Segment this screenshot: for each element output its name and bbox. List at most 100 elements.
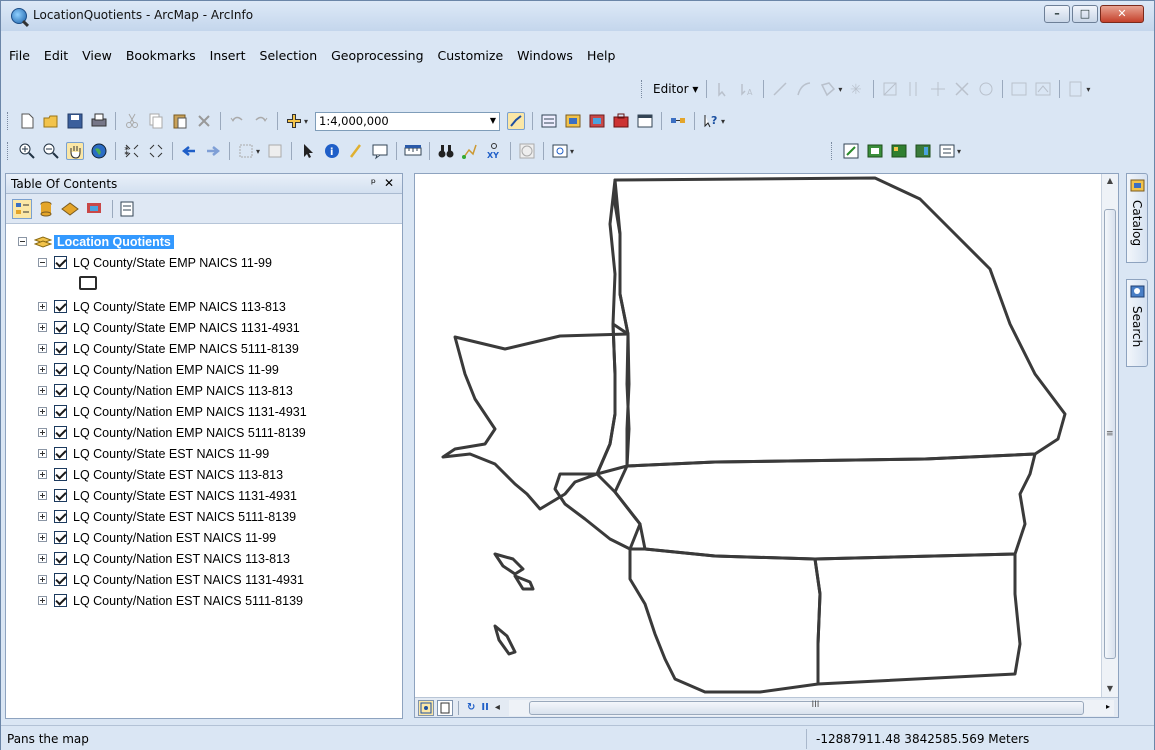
sketch-properties-icon[interactable] xyxy=(977,80,995,98)
legend-properties-icon[interactable] xyxy=(938,142,956,160)
undo-icon[interactable] xyxy=(228,112,246,130)
layer-row[interactable]: LQ County/Nation EST NAICS 11-99 xyxy=(38,528,276,547)
layer-visibility-checkbox[interactable] xyxy=(54,405,67,418)
layer-visibility-checkbox[interactable] xyxy=(54,384,67,397)
go-back-arrow-icon[interactable] xyxy=(180,142,198,160)
close-button[interactable]: ✕ xyxy=(1100,5,1144,23)
endpoint-arc-icon[interactable] xyxy=(795,80,813,98)
zoom-out-icon[interactable] xyxy=(42,142,60,160)
layer-visibility-checkbox[interactable] xyxy=(54,489,67,502)
measure-ruler-icon[interactable] xyxy=(404,142,422,160)
new-document-icon[interactable] xyxy=(18,112,36,130)
layer-label[interactable]: LQ County/State EST NAICS 113-813 xyxy=(73,468,283,482)
pin-icon[interactable]: ᵖ xyxy=(371,176,376,190)
find-binoculars-icon[interactable] xyxy=(437,142,455,160)
expand-icon[interactable] xyxy=(38,596,47,605)
straight-segment-icon[interactable] xyxy=(771,80,789,98)
add-layer-icon[interactable] xyxy=(866,142,884,160)
delete-icon[interactable] xyxy=(195,112,213,130)
create-features-icon[interactable] xyxy=(1034,80,1052,98)
list-by-source-icon[interactable] xyxy=(36,199,56,219)
layer-row[interactable]: LQ County/State EST NAICS 113-813 xyxy=(38,465,283,484)
attributes-icon[interactable] xyxy=(1010,80,1028,98)
save-icon[interactable] xyxy=(66,112,84,130)
collapse-icon[interactable] xyxy=(18,237,27,246)
scroll-left-icon[interactable]: ◂ xyxy=(495,702,500,713)
layer-label[interactable]: LQ County/State EST NAICS 1131-4931 xyxy=(73,489,297,503)
layer-label[interactable]: LQ County/Nation EST NAICS 11-99 xyxy=(73,531,276,545)
data-view-icon[interactable] xyxy=(914,142,932,160)
layer-visibility-checkbox[interactable] xyxy=(54,531,67,544)
layer-visibility-checkbox[interactable] xyxy=(54,342,67,355)
scrollbar-thumb[interactable] xyxy=(528,700,1084,715)
scroll-up-icon[interactable]: ▲ xyxy=(1102,176,1118,185)
layer-visibility-checkbox[interactable] xyxy=(54,300,67,313)
expand-icon[interactable] xyxy=(38,491,47,500)
zoom-in-icon[interactable] xyxy=(18,142,36,160)
layer-visibility-checkbox[interactable] xyxy=(54,426,67,439)
layer-tools-options[interactable]: ▾ xyxy=(957,147,961,156)
expand-icon[interactable] xyxy=(38,344,47,353)
find-route-icon[interactable] xyxy=(461,142,479,160)
full-extent-globe-icon[interactable] xyxy=(90,142,108,160)
editor-menu-button[interactable]: Editor ▾ xyxy=(653,82,698,96)
list-by-drawing-order-icon[interactable] xyxy=(12,198,32,219)
editor-toolbar-options[interactable]: ▾ xyxy=(1086,85,1090,94)
layer-row[interactable]: LQ County/State EMP NAICS 1131-4931 xyxy=(38,318,300,337)
layout-view-button[interactable] xyxy=(437,699,453,716)
hyperlink-icon[interactable] xyxy=(347,142,365,160)
edit-annotation-icon[interactable]: A xyxy=(738,80,756,98)
menu-insert[interactable]: Insert xyxy=(210,48,246,63)
layer-visibility-checkbox[interactable] xyxy=(54,552,67,565)
search-side-tab[interactable]: Search xyxy=(1126,279,1148,367)
scroll-right-icon[interactable]: ▸ xyxy=(1106,702,1110,711)
pan-hand-icon[interactable] xyxy=(66,142,84,160)
catalog-side-tab[interactable]: Catalog xyxy=(1126,173,1148,263)
split-tool-icon[interactable] xyxy=(905,80,923,98)
list-by-visibility-icon[interactable] xyxy=(60,199,80,219)
layer-visibility-checkbox[interactable] xyxy=(54,256,67,269)
layer-label[interactable]: LQ County/Nation EMP NAICS 113-813 xyxy=(73,384,293,398)
layer-row[interactable]: LQ County/Nation EST NAICS 113-813 xyxy=(38,549,290,568)
close-icon[interactable]: ✕ xyxy=(384,176,394,190)
layer-label[interactable]: LQ County/Nation EMP NAICS 11-99 xyxy=(73,363,279,377)
add-data-icon[interactable] xyxy=(285,112,303,130)
standard-toolbar-options[interactable]: ▾ xyxy=(721,117,725,126)
layer-row[interactable]: LQ County/State EMP NAICS 11-99 xyxy=(38,253,272,272)
layer-row[interactable]: LQ County/Nation EMP NAICS 113-813 xyxy=(38,381,293,400)
create-viewer-window-icon[interactable] xyxy=(551,142,569,160)
toc-options-icon[interactable] xyxy=(117,199,137,219)
construction-tools-icon[interactable] xyxy=(819,80,837,98)
collapse-icon[interactable] xyxy=(38,258,47,267)
edit-tool-icon[interactable] xyxy=(714,80,732,98)
expand-icon[interactable] xyxy=(38,428,47,437)
open-folder-icon[interactable] xyxy=(42,112,60,130)
layer-label[interactable]: LQ County/State EMP NAICS 113-813 xyxy=(73,300,286,314)
tools-toolbar-options[interactable]: ▾ xyxy=(570,147,574,156)
layer-row[interactable]: LQ County/State EST NAICS 11-99 xyxy=(38,444,269,463)
menu-bookmarks[interactable]: Bookmarks xyxy=(126,48,196,63)
expand-icon[interactable] xyxy=(38,323,47,332)
toolbar-grip[interactable] xyxy=(831,142,835,160)
catalog-window-icon[interactable] xyxy=(564,112,582,130)
menu-file[interactable]: File xyxy=(9,48,30,63)
expand-icon[interactable] xyxy=(38,302,47,311)
toolbar-grip[interactable] xyxy=(7,142,11,160)
layer-visibility-checkbox[interactable] xyxy=(54,321,67,334)
chevron-down-icon[interactable]: ▼ xyxy=(490,116,496,125)
map-scale-combobox[interactable]: 1:4,000,000 ▼ xyxy=(315,111,501,131)
layer-properties-icon[interactable] xyxy=(890,142,908,160)
map-horizontal-scrollbar[interactable]: III ▸ xyxy=(508,699,1114,716)
layer-visibility-checkbox[interactable] xyxy=(54,594,67,607)
layer-row[interactable]: LQ County/Nation EST NAICS 5111-8139 xyxy=(38,591,303,610)
pause-drawing-icon[interactable]: II xyxy=(481,702,488,713)
copy-icon[interactable] xyxy=(147,112,165,130)
cut-icon[interactable] xyxy=(123,112,141,130)
search-window-icon[interactable] xyxy=(588,112,606,130)
data-frame-row[interactable]: Location Quotients xyxy=(18,232,174,251)
menu-geoprocessing[interactable]: Geoprocessing xyxy=(331,48,423,63)
go-to-xy-icon[interactable]: XY xyxy=(485,142,503,160)
layer-label[interactable]: LQ County/Nation EST NAICS 1131-4931 xyxy=(73,573,304,587)
data-view-button[interactable] xyxy=(418,699,434,716)
reshape-feature-icon[interactable] xyxy=(881,80,899,98)
